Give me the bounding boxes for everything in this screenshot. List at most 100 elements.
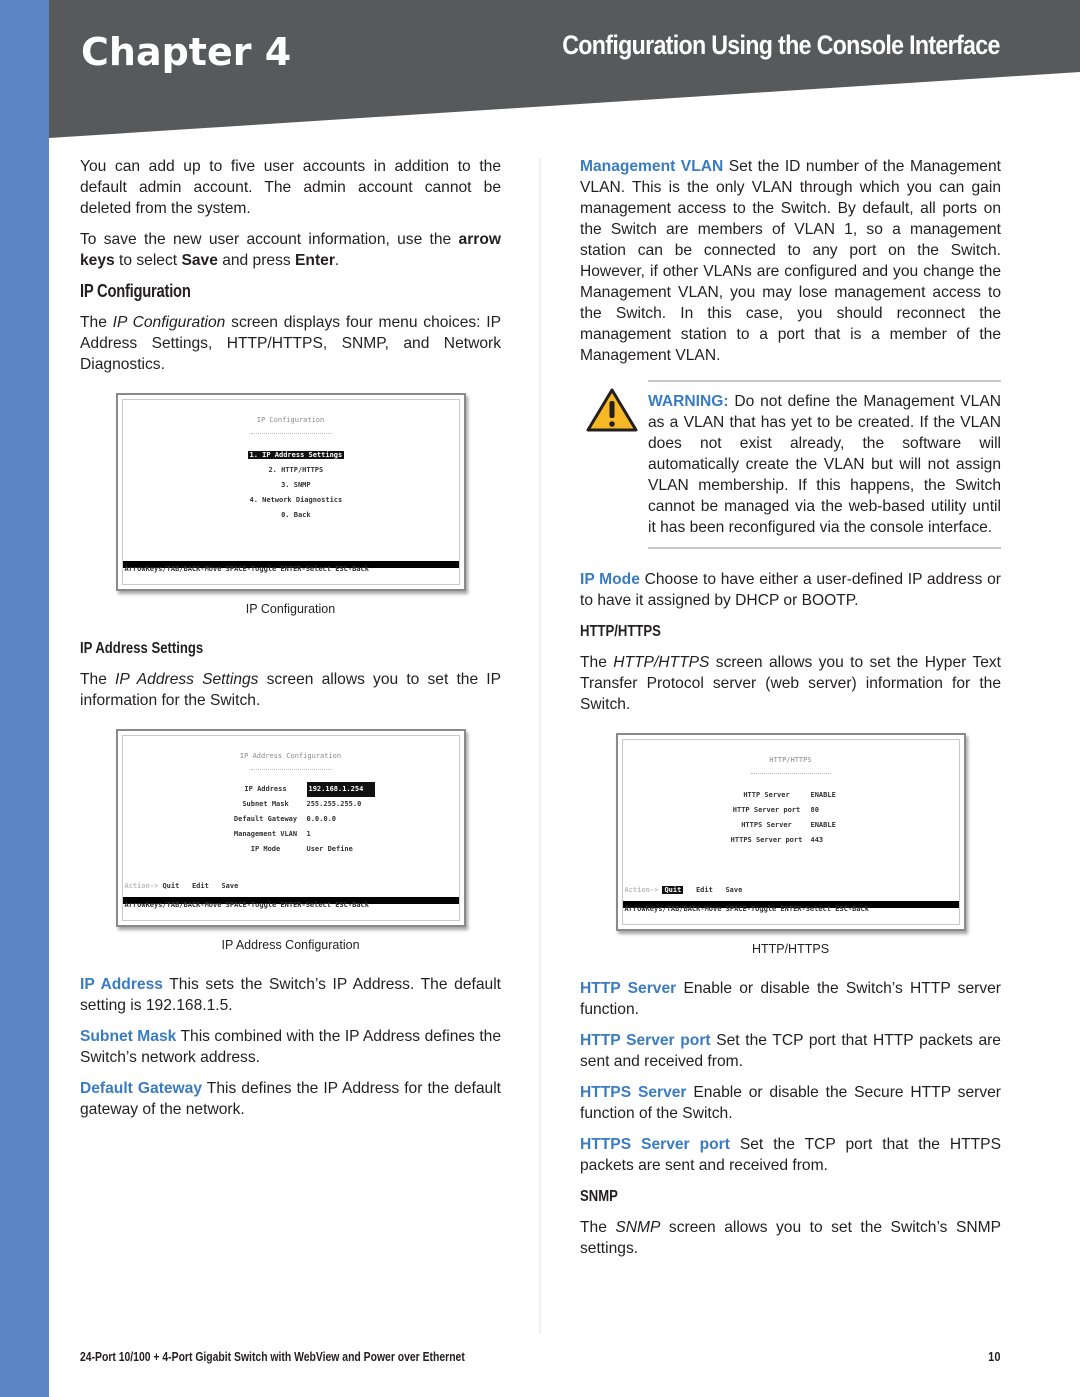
console-title: IP Address Configuration: [123, 746, 459, 772]
console-key-help: ArrowKeys/TAB/BACK-Move SPACE-Toggle ENT…: [624, 905, 869, 913]
definition-term: IP Mode: [580, 571, 640, 588]
definition-term: Subnet Mask: [80, 1028, 177, 1045]
console-field-grid: IP Address 192.168.1.254 Subnet Mask 255.2…: [225, 782, 376, 857]
definition-ip-address: IP Address This sets the Switch’s IP Add…: [80, 974, 501, 1016]
definition-default-gateway: Default Gateway This defines the IP Addr…: [80, 1078, 501, 1120]
warning-label: WARNING:: [648, 393, 729, 410]
definition-http-server: HTTP Server Enable or disable the Switch…: [580, 978, 1001, 1020]
warning-bottom-rule: [648, 547, 1001, 549]
definition-term: Management VLAN: [580, 158, 724, 175]
action-save: Save: [221, 882, 239, 890]
bold-save: Save: [181, 252, 218, 269]
action-quit: Quit: [162, 882, 180, 890]
console-frame: IP Configuration 1. IP Address Settings …: [121, 399, 460, 585]
figure-caption: HTTP/HTTPS: [751, 942, 830, 956]
bold-enter: Enter: [295, 252, 335, 269]
definition-https-server-port: HTTPS Server port Set the TCP port that …: [580, 1134, 1001, 1176]
console-menu-item: 3. SNMP: [281, 481, 311, 489]
console-field-row: Subnet Mask 255.255.255.0: [225, 797, 376, 812]
console-field-row: IP Address 192.168.1.254: [225, 782, 376, 797]
column-divider: [539, 158, 541, 1334]
snmp-heading: SNMP: [580, 1188, 618, 1205]
field-label: IP Address: [244, 785, 287, 793]
ip-configuration-paragraph: The IP Configuration screen displays fou…: [80, 312, 501, 375]
console-field-row: Management VLAN 1: [225, 827, 376, 842]
definition-https-server: HTTPS Server Enable or disable the Secur…: [580, 1082, 1001, 1124]
italic-term: IP Configuration: [112, 314, 226, 331]
action-quit: Quit: [662, 886, 684, 894]
console-actions: Action-> Quit Edit Save: [125, 876, 239, 897]
console-screenshot-ip-configuration: IP Configuration 1. IP Address Settings …: [115, 393, 466, 591]
warning-triangle-icon: [586, 388, 638, 432]
field-label: IP Mode: [250, 845, 281, 853]
text: and press: [217, 252, 296, 269]
definition-term: HTTPS Server: [580, 1084, 687, 1101]
console-frame: HTTP/HTTPS HTTP Server ENABLE HTTP Server…: [621, 739, 960, 925]
field-label: Default Gateway: [233, 815, 298, 823]
console-menu-item: 2. HTTP/HTTPS: [268, 466, 324, 474]
italic-term: IP Address Settings: [115, 671, 259, 688]
left-column: You can add up to five user accounts in …: [80, 156, 501, 1130]
console-mode-indicator: READ/WRITE: [420, 889, 457, 896]
field-value: 255.255.255.0: [306, 800, 362, 808]
http-https-figure: HTTP/HTTPS HTTP Server ENABLE HTTP Server…: [580, 733, 1001, 960]
ip-configuration-figure: IP Configuration 1. IP Address Settings …: [80, 393, 501, 620]
ip-address-configuration-figure: IP Address Configuration IP Address 192.1…: [80, 729, 501, 956]
console-frame: IP Address Configuration IP Address 192.1…: [121, 735, 460, 921]
section-title: Configuration Using the Console Interfac…: [562, 30, 1000, 60]
console-key-help: ArrowKeys/TAB/BACK-Move SPACE-Toggle ENT…: [124, 901, 369, 909]
snmp-paragraph: The SNMP screen allows you to set the Sw…: [580, 1217, 1001, 1259]
definition-http-server-port: HTTP Server port Set the TCP port that H…: [580, 1030, 1001, 1072]
field-value: User Define: [306, 845, 353, 853]
ip-address-settings-heading: IP Address Settings: [80, 640, 204, 657]
save-instructions: To save the new user account information…: [80, 229, 501, 271]
console-field-row: HTTPS Server ENABLE: [723, 818, 836, 833]
definition-term: Default Gateway: [80, 1080, 203, 1097]
action-edit: Edit: [695, 886, 713, 894]
text: .: [334, 252, 340, 269]
console-field-row: HTTP Server ENABLE: [723, 788, 835, 803]
warning-box: WARNING: Do not define the Management VL…: [580, 380, 1001, 549]
console-field-row: IP Mode User Define: [225, 842, 376, 857]
console-menu-item: 1. IP Address Settings: [247, 451, 345, 459]
console-key-help: ArrowKeys/TAB/BACK-Move SPACE-Toggle ENT…: [124, 565, 369, 573]
definition-term: HTTP Server: [580, 980, 677, 997]
definition-management-vlan: Management VLAN Set the ID number of the…: [580, 156, 1001, 366]
definition-text: Set the ID number of the Management VLAN…: [580, 158, 1001, 364]
field-label: HTTPS Server: [741, 821, 792, 829]
text: The: [580, 1219, 616, 1236]
text: The: [80, 314, 113, 331]
field-label: HTTP Server: [743, 791, 790, 799]
action-save: Save: [725, 886, 743, 894]
warning-body: Do not define the Management VLAN as a V…: [648, 393, 1001, 536]
field-label: Subnet Mask: [242, 800, 289, 808]
ip-configuration-heading: IP Configuration: [80, 281, 191, 301]
console-title: HTTP/HTTPS: [623, 750, 959, 776]
console-actions: Action-> Quit Edit Save: [624, 880, 743, 901]
field-value: ENABLE: [810, 821, 836, 829]
field-label: HTTPS Server port: [730, 836, 803, 844]
warning-text: WARNING: Do not define the Management VL…: [648, 382, 1001, 547]
definition-term: HTTP Server port: [580, 1032, 711, 1049]
italic-term: SNMP: [615, 1219, 661, 1236]
console-menu: 1. IP Address Settings 2. HTTP/HTTPS 3. …: [247, 448, 345, 523]
footer-product-name: 24-Port 10/100 + 4-Port Gigabit Switch w…: [80, 1349, 465, 1364]
console-menu-item: 0. Back: [281, 511, 311, 519]
field-value: 192.168.1.254: [306, 782, 376, 797]
page-number: 10: [987, 1349, 1000, 1364]
action-prefix: Action->: [624, 886, 659, 894]
figure-caption: IP Configuration: [245, 602, 336, 616]
console-menu-item: 4. Network Diagnostics: [249, 496, 343, 504]
intro-paragraph: You can add up to five user accounts in …: [80, 158, 501, 217]
console-title: IP Configuration: [123, 410, 459, 436]
definition-term: IP Address: [80, 976, 163, 993]
text: The: [80, 671, 116, 688]
http-https-heading: HTTP/HTTPS: [580, 623, 661, 640]
field-value: 443: [810, 836, 824, 844]
field-label: Management VLAN: [233, 830, 298, 838]
console-screenshot-http-https: HTTP/HTTPS HTTP Server ENABLE HTTP Server…: [615, 733, 966, 931]
http-https-paragraph: The HTTP/HTTPS screen allows you to set …: [580, 652, 1001, 715]
field-label: HTTP Server port: [732, 806, 801, 814]
action-edit: Edit: [191, 882, 209, 890]
figure-caption: IP Address Configuration: [221, 938, 360, 952]
